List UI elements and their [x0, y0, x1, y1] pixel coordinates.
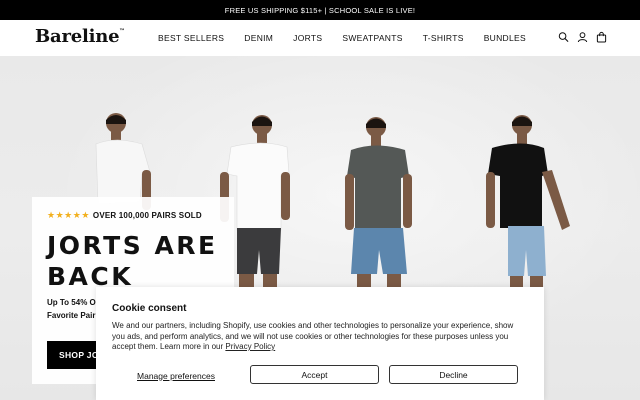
accept-button[interactable]: Accept: [250, 365, 379, 384]
star-icon: ★: [55, 210, 64, 220]
manage-preferences-button[interactable]: Manage preferences: [112, 366, 240, 385]
nav-item-bundles[interactable]: BUNDLES: [484, 33, 526, 43]
announcement-text: FREE US SHIPPING $115+ | SCHOOL SALE IS …: [224, 5, 416, 15]
search-icon[interactable]: [558, 31, 569, 43]
trademark-mark: ™: [119, 28, 125, 34]
site-header: Bareline™ BEST SELLERS DENIM JORTS SWEAT…: [0, 20, 640, 56]
star-icon: ★: [47, 210, 56, 220]
cookie-title: Cookie consent: [112, 303, 187, 314]
privacy-policy-link[interactable]: Privacy Policy: [225, 342, 275, 351]
hero-subtitle-text: Up To 54% OF Favorite Pair l: [47, 298, 101, 320]
brand-logo-text: Bareline: [35, 26, 120, 47]
star-icon: ★: [81, 210, 90, 220]
cookie-consent-banner: Cookie consent We and our partners, incl…: [96, 287, 544, 400]
main-nav: BEST SELLERS DENIM JORTS SWEATPANTS T-SH…: [158, 33, 546, 43]
star-icon: ★: [72, 210, 81, 220]
header-actions: [558, 31, 607, 43]
cookie-body: We and our partners, including Shopify, …: [112, 321, 528, 353]
nav-item-best-sellers[interactable]: BEST SELLERS: [158, 33, 224, 43]
account-icon[interactable]: [577, 31, 588, 43]
nav-item-denim[interactable]: DENIM: [244, 33, 273, 43]
rating-row: ★ ★ ★ ★ ★ OVER 100,000 PAIRS SOLD: [47, 210, 202, 221]
star-icon: ★: [64, 210, 73, 220]
cart-icon[interactable]: [596, 31, 607, 43]
nav-item-sweatpants[interactable]: SWEATPANTS: [342, 33, 402, 43]
announcement-bar: FREE US SHIPPING $115+ | SCHOOL SALE IS …: [0, 0, 640, 20]
brand-logo[interactable]: Bareline™: [35, 26, 124, 47]
nav-item-jorts[interactable]: JORTS: [293, 33, 322, 43]
nav-item-t-shirts[interactable]: T-SHIRTS: [423, 33, 464, 43]
decline-button[interactable]: Decline: [389, 365, 518, 384]
hero-title: JORTS ARE BACK: [47, 231, 218, 291]
rating-text: OVER 100,000 PAIRS SOLD: [92, 211, 202, 220]
cookie-body-text: We and our partners, including Shopify, …: [112, 321, 514, 351]
